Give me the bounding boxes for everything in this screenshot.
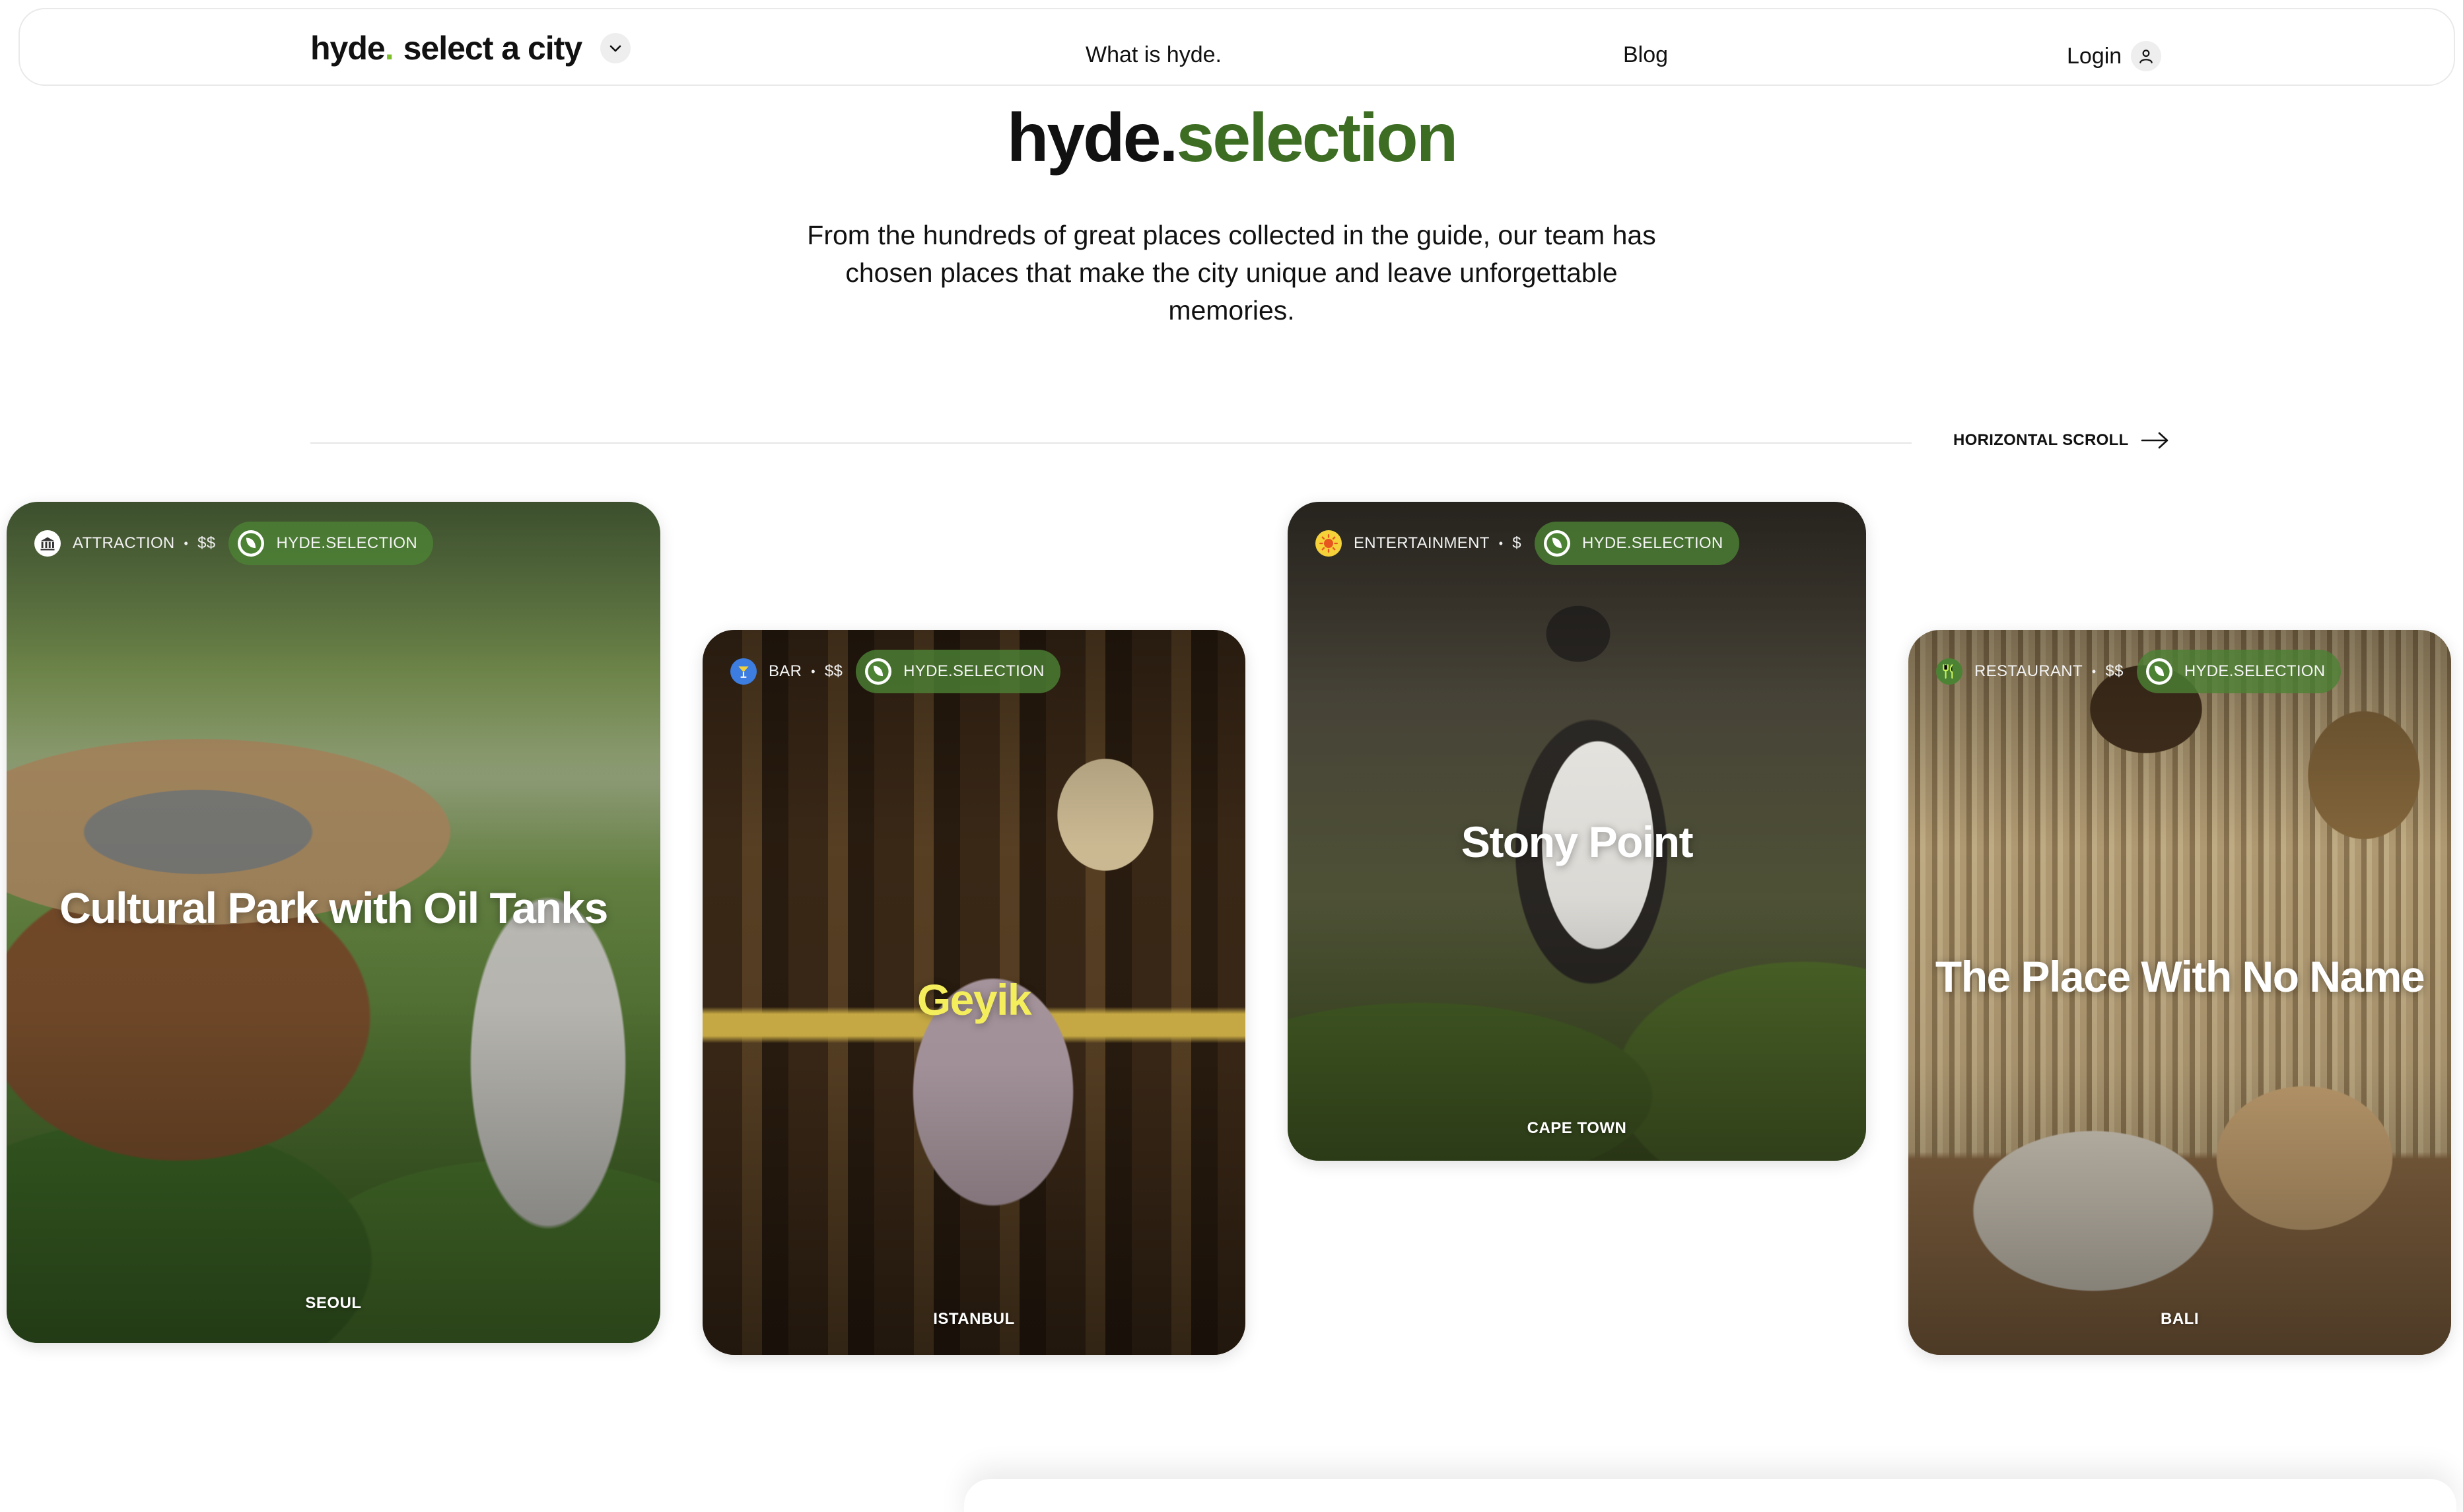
place-card-seoul[interactable]: ATTRACTION • $$ HYDE.SELECTION Cultural … (7, 502, 660, 1343)
page-title: hyde.selection (0, 99, 2463, 178)
arrow-right-icon (2141, 432, 2168, 449)
category-label: BAR (769, 662, 802, 680)
museum-icon (34, 530, 61, 557)
category-chip: BAR • $$ (717, 650, 856, 693)
price-label: $$ (2105, 662, 2124, 680)
selection-badge: HYDE.SELECTION (228, 522, 434, 565)
nav-link-blog[interactable]: Blog (1623, 42, 1668, 68)
place-card-cape-town[interactable]: ENTERTAINMENT • $ HYDE.SELECTION Stony P… (1288, 502, 1866, 1161)
horizontal-scroll-label: HORIZONTAL SCROLL (1953, 431, 2129, 449)
card-title: Stony Point (1461, 817, 1694, 866)
separator-dot: • (2091, 664, 2097, 678)
brand-city-selector[interactable]: hyde . select a city (310, 29, 631, 67)
hero-description: From the hundreds of great places collec… (807, 220, 1656, 326)
separator-dot: • (184, 536, 189, 550)
title-selection: selection (1176, 100, 1458, 176)
title-hyde: hyde. (1006, 100, 1179, 176)
card-title: Geyik (917, 975, 1032, 1024)
cocktail-icon (730, 658, 757, 685)
chevron-down-icon[interactable] (600, 33, 631, 63)
bottom-sheet-edge (964, 1479, 2456, 1512)
selection-badge: HYDE.SELECTION (856, 650, 1060, 693)
selection-badge: HYDE.SELECTION (1534, 522, 1739, 565)
price-label: $$ (197, 534, 216, 552)
category-chip: ATTRACTION • $$ (21, 522, 228, 565)
price-label: $$ (824, 662, 843, 680)
page: hyde . select a city What is hyde. Blog … (0, 0, 2463, 1512)
hyde-leaf-icon (2145, 658, 2172, 685)
card-city: BALI (2161, 1310, 2199, 1328)
nav-link-what-is-hyde[interactable]: What is hyde. (1086, 42, 1222, 68)
selection-badge-label: HYDE.SELECTION (1581, 534, 1723, 552)
top-nav: hyde . select a city What is hyde. Blog … (18, 8, 2455, 86)
user-icon (2131, 41, 2162, 71)
selection-badge-label: HYDE.SELECTION (276, 534, 418, 552)
city-select-label[interactable]: select a city (403, 29, 583, 67)
card-chips: ENTERTAINMENT • $ HYDE.SELECTION (1302, 522, 1739, 565)
hyde-leaf-icon (865, 658, 892, 685)
selection-badge: HYDE.SELECTION (2136, 650, 2342, 693)
category-label: ATTRACTION (73, 534, 175, 552)
card-city: ISTANBUL (933, 1310, 1015, 1328)
category-label: ENTERTAINMENT (1354, 534, 1490, 552)
selection-badge-label: HYDE.SELECTION (2184, 662, 2326, 680)
hyde-leaf-icon (1543, 530, 1570, 557)
divider-line (310, 442, 1912, 444)
card-title: Cultural Park with Oil Tanks (59, 883, 608, 932)
separator-dot: • (811, 664, 815, 678)
card-city: SEOUL (305, 1294, 362, 1312)
login-label: Login (2067, 43, 2122, 69)
hyde-leaf-icon (238, 530, 265, 557)
selection-badge-label: HYDE.SELECTION (903, 662, 1045, 680)
card-chips: ATTRACTION • $$ HYDE.SELECTION (21, 522, 434, 565)
brand-dot: . (384, 30, 394, 67)
place-card-bali[interactable]: RESTAURANT • $$ HYDE.SELECTION The Place… (1908, 630, 2451, 1355)
card-chips: BAR • $$ HYDE.SELECTION (717, 650, 1060, 693)
price-label: $ (1512, 534, 1521, 552)
brand-logo[interactable]: hyde (310, 29, 386, 67)
category-chip: RESTAURANT • $$ (1923, 650, 2137, 693)
place-card-istanbul[interactable]: BAR • $$ HYDE.SELECTION Geyik ISTANBUL (703, 630, 1245, 1355)
category-label: RESTAURANT (1974, 662, 2083, 680)
card-city: CAPE TOWN (1527, 1119, 1627, 1137)
category-chip: ENTERTAINMENT • $ (1302, 522, 1535, 565)
separator-dot: • (1498, 536, 1504, 550)
fork-knife-icon (1936, 658, 1962, 685)
card-title: The Place With No Name (1935, 952, 2425, 1001)
card-chips: RESTAURANT • $$ HYDE.SELECTION (1923, 650, 2342, 693)
sun-icon (1315, 530, 1342, 557)
horizontal-scroll-hint[interactable]: HORIZONTAL SCROLL (1953, 430, 2170, 450)
login-button[interactable]: Login (2067, 41, 2162, 71)
